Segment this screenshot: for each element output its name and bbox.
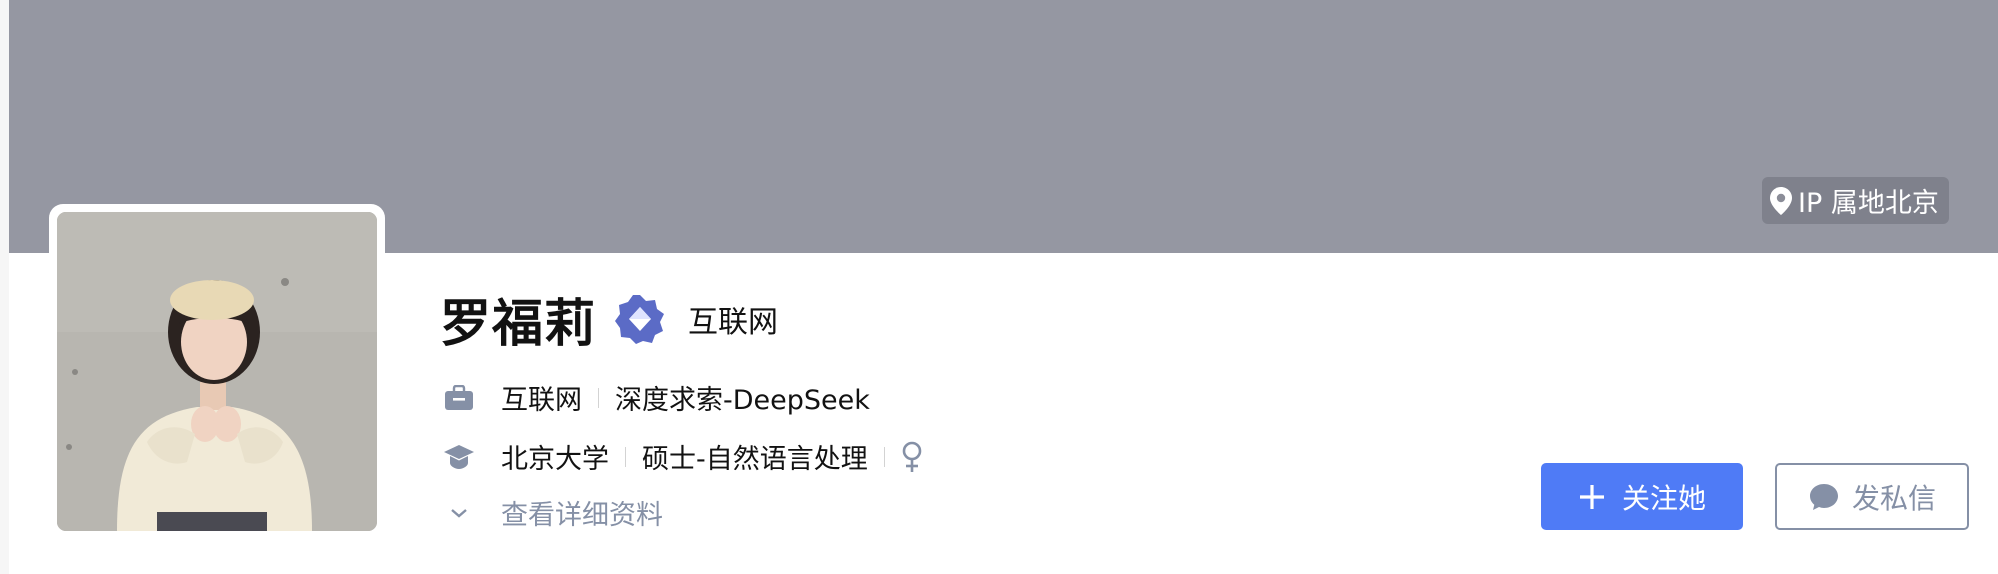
- ip-location-text: IP 属地北京: [1798, 188, 1939, 219]
- avatar-frame: [49, 204, 385, 539]
- avatar[interactable]: [57, 212, 377, 531]
- left-edge: [0, 0, 9, 574]
- follow-button-label: 关注她: [1621, 481, 1706, 515]
- send-message-button[interactable]: 发私信: [1775, 463, 1969, 530]
- female-icon: [902, 441, 922, 472]
- avatar-photo: [57, 212, 377, 531]
- divider: [625, 446, 626, 467]
- education-info-row: 北京大学 硕士-自然语言处理: [443, 437, 923, 476]
- briefcase-icon: [443, 384, 475, 411]
- profile-header: IP 属地北京 罗福莉 互联网 互联网 深度求索-DeepSeek 北京大学 硕…: [0, 0, 1998, 574]
- education-school: 北京大学: [501, 444, 609, 475]
- location-pin-icon: [1770, 186, 1792, 215]
- user-headline: 互联网: [688, 305, 779, 340]
- divider: [598, 387, 599, 408]
- user-name: 罗福莉: [440, 295, 597, 354]
- name-row: 罗福莉 互联网: [440, 282, 778, 356]
- plus-icon: [1579, 484, 1604, 509]
- work-industry: 互联网: [501, 385, 582, 416]
- view-details-link[interactable]: 查看详细资料: [443, 493, 663, 532]
- graduation-cap-icon: [443, 444, 475, 470]
- divider: [883, 446, 885, 467]
- follow-button[interactable]: 关注她: [1541, 463, 1743, 530]
- view-details-label: 查看详细资料: [501, 500, 663, 531]
- verified-badge-icon[interactable]: [614, 293, 666, 345]
- education-degree: 硕士-自然语言处理: [642, 444, 868, 475]
- work-info-row: 互联网 深度求索-DeepSeek: [443, 378, 870, 417]
- send-message-label: 发私信: [1851, 481, 1936, 515]
- work-company: 深度求索-DeepSeek: [615, 385, 870, 416]
- chevron-down-icon: [443, 507, 475, 519]
- ip-location-badge: IP 属地北京: [1762, 177, 1949, 224]
- chat-bubble-icon: [1809, 483, 1838, 510]
